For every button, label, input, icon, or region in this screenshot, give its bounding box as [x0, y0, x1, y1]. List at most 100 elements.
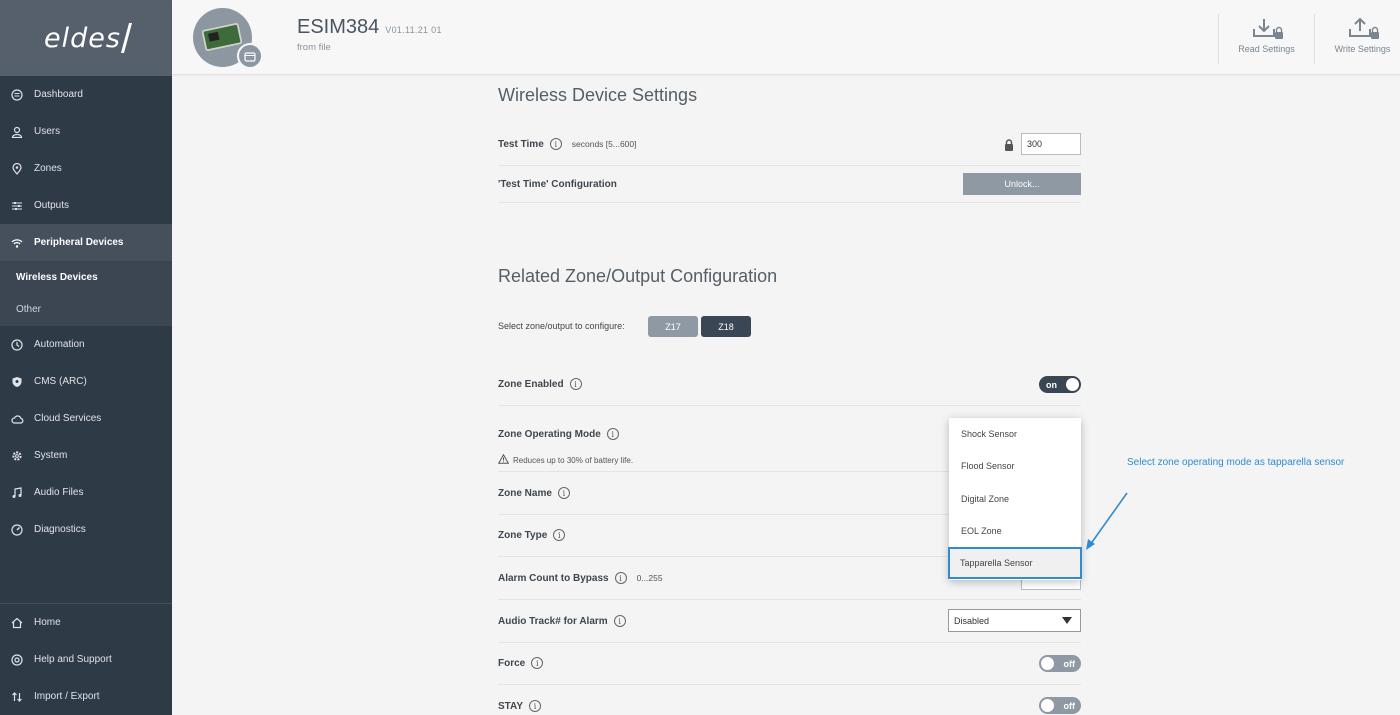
device-avatar[interactable]	[193, 8, 263, 69]
dropdown-option-shock-sensor[interactable]: Shock Sensor	[949, 418, 1081, 450]
clock-icon	[10, 338, 24, 352]
sidebar: eldes Dashboard Users Zones Outputs Peri…	[0, 0, 172, 715]
sidebar-item-automation[interactable]: Automation	[0, 326, 172, 363]
operating-mode-label-group: Zone Operating Mode i	[498, 428, 619, 440]
chevron-down-icon	[1062, 617, 1072, 624]
lock-icon	[1004, 138, 1014, 156]
force-row: Force i off	[498, 643, 1081, 685]
dropdown-option-digital-zone[interactable]: Digital Zone	[949, 483, 1081, 515]
music-note-icon	[10, 486, 24, 500]
annotation-text: Select zone operating mode as tapparella…	[1127, 457, 1345, 468]
test-time-input[interactable]: 300	[1021, 133, 1081, 155]
sidebar-subitem-label: Wireless Devices	[16, 271, 98, 283]
device-source: from file	[297, 42, 331, 53]
info-icon[interactable]: i	[549, 138, 562, 150]
info-icon[interactable]: i	[531, 657, 544, 669]
test-time-row: Test Time i seconds [5...600] 300	[498, 122, 1081, 166]
user-icon	[10, 125, 24, 139]
sidebar-item-label: Audio Files	[34, 487, 84, 498]
shield-icon	[10, 375, 24, 389]
zone-selector: Select zone/output to configure: Z17 Z18	[498, 316, 1081, 338]
toggle-state: off	[1063, 658, 1076, 669]
zone-type-label-group: Zone Type i	[498, 529, 566, 541]
read-settings-button[interactable]: Read Settings	[1218, 14, 1314, 64]
dropdown-option-tapparella-sensor[interactable]: Tapparella Sensor	[948, 547, 1082, 580]
sidebar-subitem-label: Other	[16, 304, 42, 316]
toggle-knob	[1041, 657, 1054, 670]
stay-label-group: STAY i	[498, 700, 542, 712]
write-settings-button[interactable]: Write Settings	[1314, 14, 1400, 64]
device-version: V01.11.21 01	[385, 25, 442, 35]
info-icon[interactable]: i	[606, 428, 619, 440]
header: ESIM384 V01.11.21 01 from file Read Setti…	[172, 0, 1400, 75]
test-time-config-row: 'Test Time' Configuration Unlock...	[498, 166, 1081, 203]
location-pin-icon	[10, 162, 24, 176]
zone-name-label-group: Zone Name i	[498, 487, 570, 499]
sidebar-item-cms[interactable]: CMS (ARC)	[0, 363, 172, 400]
force-label: Force	[498, 657, 526, 669]
dropdown-option-eol-zone[interactable]: EOL Zone	[949, 515, 1081, 547]
sidebar-item-label: Cloud Services	[34, 413, 102, 424]
zone-button-z17[interactable]: Z17	[648, 316, 698, 337]
sidebar-item-outputs[interactable]: Outputs	[0, 187, 172, 224]
info-icon[interactable]: i	[529, 700, 542, 712]
sidebar-item-label: Diagnostics	[34, 524, 86, 535]
info-icon[interactable]: i	[557, 487, 570, 499]
sidebar-item-label: Zones	[34, 163, 62, 174]
sidebar-item-import-export[interactable]: Import / Export	[0, 678, 172, 715]
sidebar-subitem-other[interactable]: Other	[0, 294, 172, 327]
sidebar-item-label: CMS (ARC)	[34, 376, 87, 387]
zone-enabled-label: Zone Enabled	[498, 378, 564, 390]
sidebar-item-users[interactable]: Users	[0, 113, 172, 150]
alarm-count-label: Alarm Count to Bypass	[498, 572, 609, 584]
dashboard-icon	[10, 88, 24, 102]
alarm-count-label-group: Alarm Count to Bypass i 0...255	[498, 572, 663, 584]
zone-type-label: Zone Type	[498, 529, 548, 541]
related-config-title: Related Zone/Output Configuration	[498, 266, 778, 286]
sidebar-item-label: Dashboard	[34, 89, 83, 100]
unlock-button[interactable]: Unlock...	[963, 173, 1081, 195]
info-icon[interactable]: i	[569, 378, 582, 390]
info-icon[interactable]: i	[553, 529, 566, 541]
import-export-icon	[10, 690, 24, 704]
zone-enabled-label-group: Zone Enabled i	[498, 378, 582, 390]
info-icon[interactable]: i	[613, 615, 626, 627]
sidebar-item-diagnostics[interactable]: Diagnostics	[0, 511, 172, 548]
sidebar-item-system[interactable]: System	[0, 437, 172, 474]
dropdown-option-flood-sensor[interactable]: Flood Sensor	[949, 450, 1081, 482]
sidebar-item-cloud-services[interactable]: Cloud Services	[0, 400, 172, 437]
sidebar-subitem-wireless-devices[interactable]: Wireless Devices	[0, 261, 172, 294]
zone-enabled-toggle[interactable]: on	[1039, 376, 1081, 393]
sidebar-item-home[interactable]: Home	[0, 604, 172, 641]
sidebar-item-label: Outputs	[34, 200, 70, 211]
sidebar-item-label: Users	[34, 126, 61, 137]
write-settings-label: Write Settings	[1334, 44, 1391, 54]
zone-button-z18[interactable]: Z18	[701, 316, 751, 337]
zone-enabled-row: Zone Enabled i on	[498, 364, 1081, 406]
warning-icon	[497, 453, 510, 466]
upload-lock-icon	[1346, 14, 1380, 44]
info-icon[interactable]: i	[614, 572, 627, 584]
sidebar-item-peripheral-devices[interactable]: Peripheral Devices	[0, 224, 172, 261]
gauge-icon	[10, 523, 24, 537]
download-lock-icon	[1250, 14, 1284, 44]
sidebar-item-help[interactable]: Help and Support	[0, 641, 172, 678]
zone-name-label: Zone Name	[498, 487, 552, 499]
stay-toggle[interactable]: off	[1039, 697, 1081, 714]
force-toggle[interactable]: off	[1039, 655, 1081, 672]
battery-warning: Reduces up to 30% of battery life.	[497, 453, 633, 466]
test-time-config-label: 'Test Time' Configuration	[498, 179, 617, 190]
sidebar-item-audio-files[interactable]: Audio Files	[0, 474, 172, 511]
home-icon	[10, 616, 24, 630]
device-board-image	[201, 22, 243, 52]
audio-track-select[interactable]: Disabled	[948, 609, 1081, 632]
gear-icon	[10, 449, 24, 463]
test-time-label-group: Test Time i seconds [5...600]	[498, 138, 637, 150]
sidebar-item-label: Home	[34, 617, 61, 628]
wifi-icon	[10, 236, 24, 250]
sidebar-item-dashboard[interactable]: Dashboard	[0, 76, 172, 113]
sidebar-item-zones[interactable]: Zones	[0, 150, 172, 187]
read-settings-label: Read Settings	[1238, 44, 1295, 54]
logo[interactable]: eldes	[0, 0, 172, 76]
sidebar-item-label: System	[34, 450, 68, 461]
